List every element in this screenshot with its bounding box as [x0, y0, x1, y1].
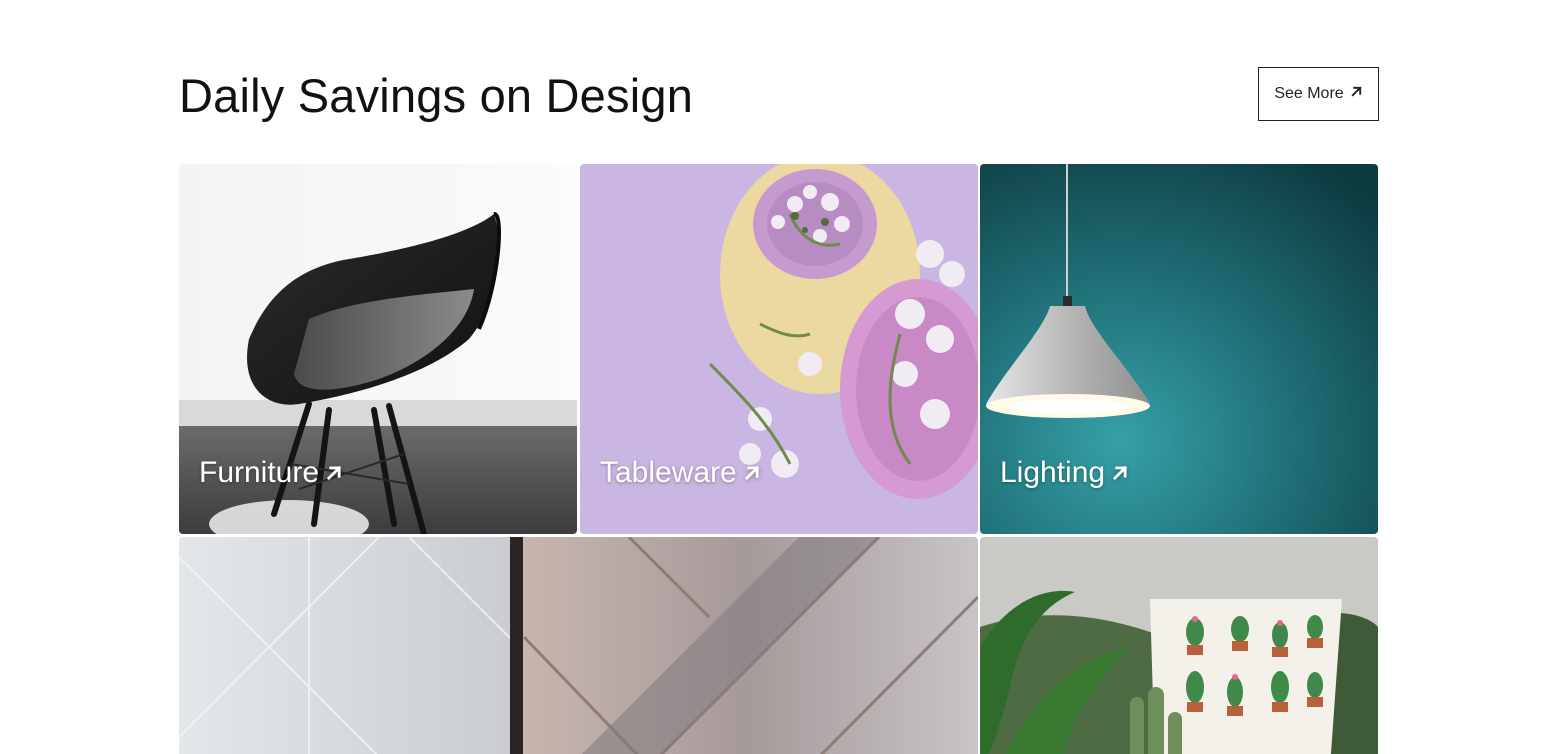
see-more-button[interactable]: See More: [1258, 67, 1379, 121]
category-name: Tableware: [600, 456, 737, 489]
category-tile-furniture[interactable]: Furniture: [179, 164, 577, 534]
tile-label-lighting: Lighting: [1000, 456, 1129, 490]
cactus-pillow-photo: [980, 537, 1378, 754]
category-tile-decor[interactable]: [980, 537, 1378, 754]
arrow-up-right-icon: [325, 456, 343, 490]
category-tile-lighting[interactable]: Lighting: [980, 164, 1378, 534]
arrow-up-right-icon: [743, 456, 761, 490]
section-header: Daily Savings on Design See More: [179, 60, 1379, 130]
tile-label-tableware: Tableware: [600, 456, 761, 490]
geometric-wall-panels-photo: [179, 537, 978, 754]
tile-label-furniture: Furniture: [199, 456, 343, 490]
category-tile-tableware[interactable]: Tableware: [580, 164, 978, 534]
arrow-up-right-icon: [1350, 85, 1363, 103]
category-tile-wall-panels[interactable]: [179, 537, 978, 754]
category-name: Lighting: [1000, 456, 1106, 489]
see-more-label: See More: [1274, 85, 1344, 102]
arrow-up-right-icon: [1111, 456, 1129, 490]
category-name: Furniture: [199, 456, 320, 489]
daily-savings-section: Daily Savings on Design See More Furnitu…: [0, 0, 1559, 754]
section-title: Daily Savings on Design: [179, 69, 694, 122]
